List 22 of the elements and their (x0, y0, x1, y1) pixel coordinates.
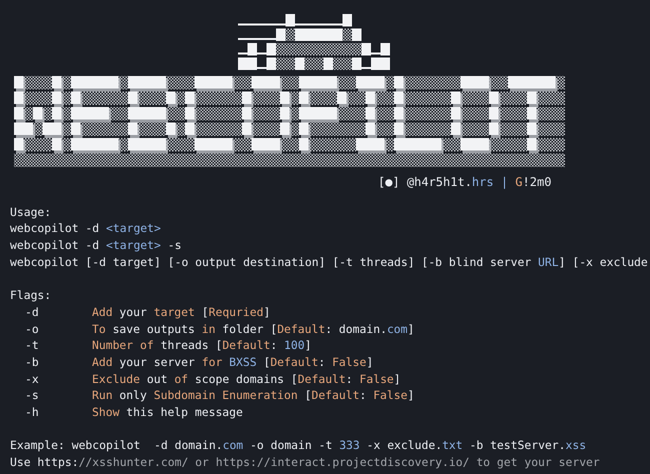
author-credit: [●] @h4r5h1t.hrs | G!2m0 (378, 174, 552, 191)
usage-line: webcopilot [-d target] [-o output destination] [-t threads] [-b blind server URL] [-x exclude (10, 254, 648, 270)
flag-name: -b (25, 354, 39, 371)
usage-line: webcopilot -d <target> -s (10, 237, 182, 254)
flags-heading: Flags: (10, 287, 52, 304)
flag-description: Add your target [Requried] (92, 304, 270, 320)
flag-description: Show this help message (92, 404, 243, 421)
server-note: Use https://xsshunter.com/ or https://interact.projectdiscovery.io/ to get your server (10, 454, 600, 471)
flag-name: -h (25, 404, 39, 421)
flag-name: -t (25, 337, 39, 354)
flag-description: Number of threads [Default: 100] (92, 337, 312, 354)
flag-name: -x (25, 370, 39, 388)
usage-heading: Usage: (10, 204, 52, 220)
flag-description: Run only Subdomain Enumeration [Default: False] (92, 387, 414, 404)
flag-name: -o (25, 320, 39, 338)
flag-description: To save outputs in folder [Default: domain.com] (92, 320, 414, 338)
example-command: Example: webcopilot -d domain.com -o domain -t 333 -x exclude.txt -b testServer.xss (10, 437, 586, 454)
flag-description: Exclude out of scope domains [Default: False] (92, 370, 401, 388)
flag-name: -d (25, 304, 39, 320)
usage-line: webcopilot -d <target> (10, 220, 161, 238)
flag-description: Add your server for BXSS [Default: False] (92, 354, 374, 371)
flag-name: -s (25, 387, 39, 404)
